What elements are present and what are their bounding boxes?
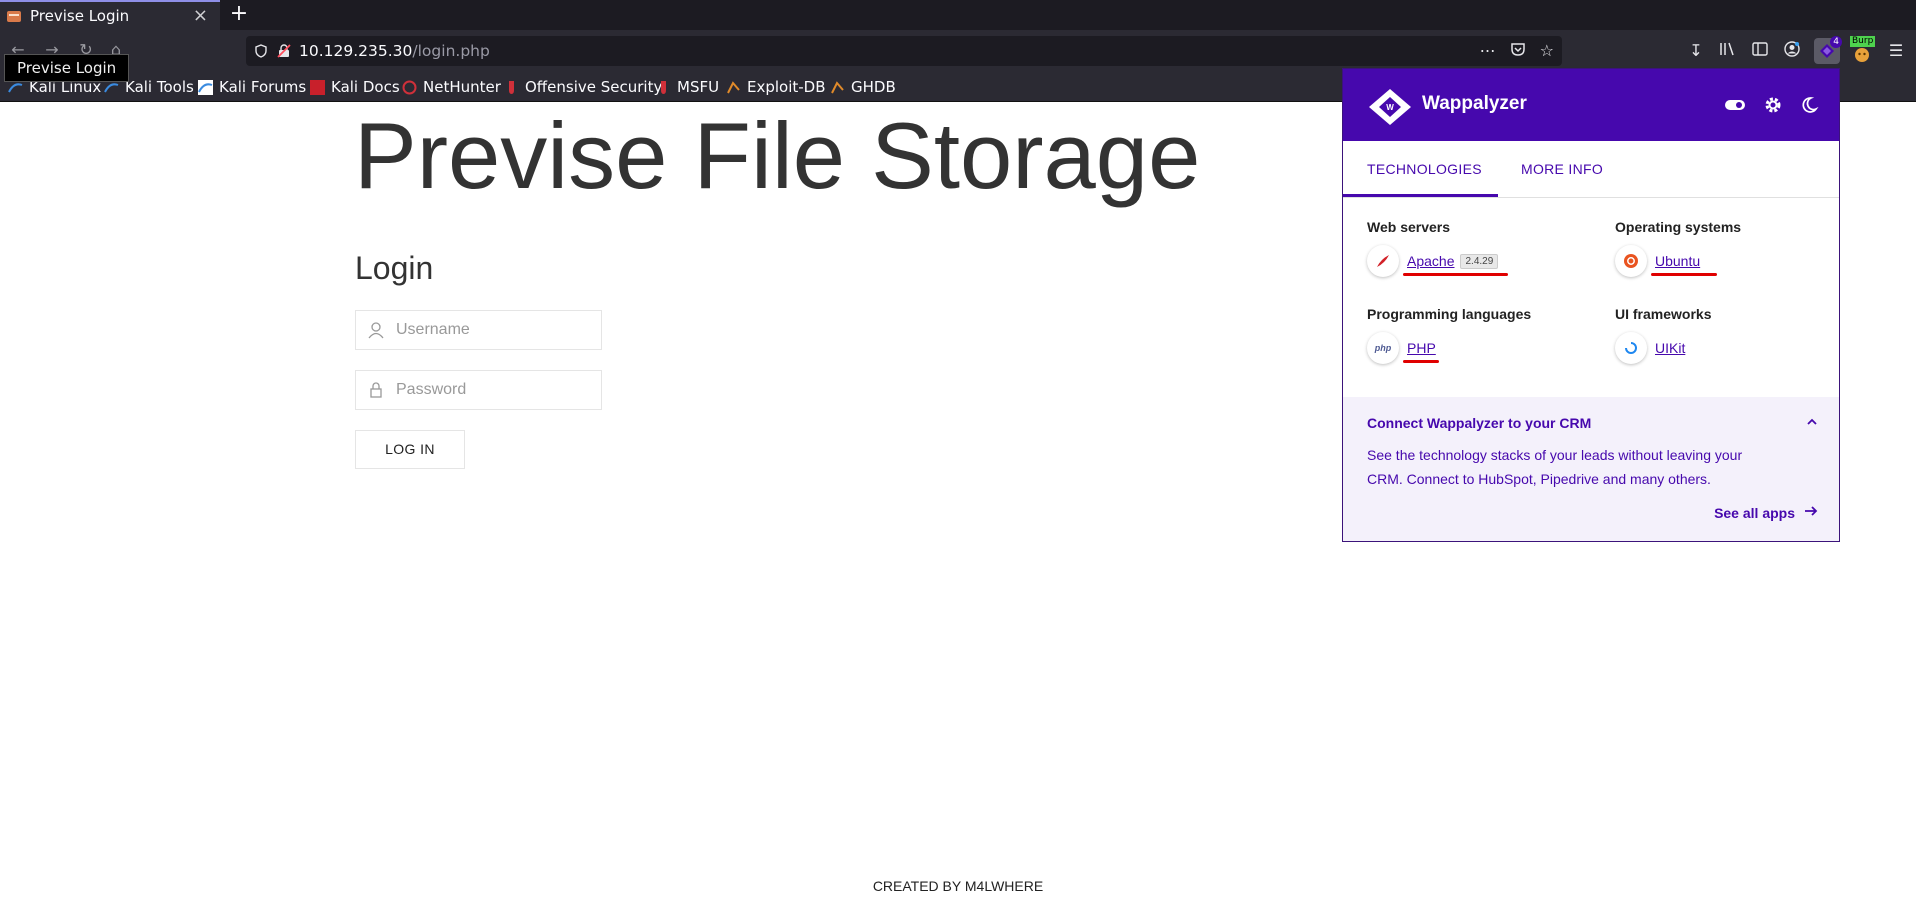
bookmark-ghdb[interactable]: GHDB (830, 77, 896, 97)
exploit-db-icon (727, 80, 740, 93)
page-actions-icon[interactable]: ⋯ (1480, 41, 1496, 61)
chevron-up-icon[interactable] (1805, 415, 1819, 429)
tech-name-ubuntu[interactable]: Ubuntu (1655, 253, 1700, 269)
arrow-right-icon[interactable] (1803, 503, 1819, 519)
url-path: /login.php (412, 42, 490, 60)
category-ui-frameworks: UI frameworks (1615, 306, 1712, 322)
bookmark-label: Kali Tools (125, 78, 194, 96)
tab-technologies[interactable]: TECHNOLOGIES (1367, 161, 1482, 177)
category-programming-languages: Programming languages (1367, 306, 1532, 322)
password-field[interactable] (355, 370, 602, 410)
login-heading: Login (355, 250, 434, 286)
wappalyzer-tabs: TECHNOLOGIES MORE INFO (1343, 141, 1839, 198)
category-web-servers: Web servers (1367, 219, 1451, 235)
bookmark-nethunter[interactable]: NetHunter (402, 77, 501, 97)
bookmark-label: GHDB (851, 78, 896, 96)
tab-tooltip: Previse Login (4, 54, 130, 82)
tab-more-info[interactable]: MORE INFO (1521, 161, 1603, 177)
browser-tab[interactable]: Previse Login × (0, 0, 220, 30)
ghdb-icon (831, 80, 844, 93)
active-tab-indicator (1343, 194, 1498, 197)
tech-name-apache[interactable]: Apache (1407, 253, 1454, 269)
lock-icon (370, 382, 382, 398)
kali-docs-icon (310, 79, 325, 95)
username-field[interactable] (355, 310, 602, 350)
account-icon[interactable] (1782, 41, 1802, 61)
gear-icon[interactable] (1763, 95, 1783, 115)
bookmark-label: Kali Docs (331, 78, 400, 96)
svg-text:W: W (1386, 103, 1394, 112)
wappalyzer-popup: W Wappalyzer TECHNOLOGIES MORE INFO Web … (1342, 68, 1840, 542)
wappalyzer-brand: Wappalyzer (1422, 93, 1527, 114)
previse-favicon-icon (7, 11, 21, 22)
bookmark-label: NetHunter (423, 78, 501, 96)
crm-description: See the technology stacks of your leads … (1367, 447, 1743, 487)
apache-feather-icon (1367, 245, 1399, 277)
bookmark-msfu[interactable]: MSFU (656, 77, 719, 97)
shield-icon[interactable] (253, 43, 269, 59)
bookmark-label: Kali Forums (219, 78, 307, 96)
annotation-underline-ubuntu (1651, 273, 1717, 276)
category-operating-systems: Operating systems (1615, 219, 1742, 235)
php-icon: php (1367, 332, 1399, 364)
crm-promo-panel: Connect Wappalyzer to your CRM See the t… (1343, 397, 1839, 541)
bookmark-label: MSFU (677, 78, 720, 96)
bookmark-label: Offensive Security (525, 78, 663, 96)
download-icon[interactable]: ↧ (1686, 41, 1706, 61)
msfu-icon (661, 80, 666, 94)
tab-bar: Previse Login × + (0, 0, 1916, 30)
annotation-underline-apache (1403, 273, 1508, 276)
hamburger-menu-icon[interactable]: ☰ (1886, 41, 1906, 61)
burp-label: Burp (1850, 36, 1876, 47)
sidebar-icon[interactable] (1750, 41, 1770, 61)
bookmark-kali-forums[interactable]: Kali Forums (198, 77, 306, 97)
wappalyzer-logo-icon: W (1369, 89, 1411, 125)
php-icon-text: php (1374, 343, 1392, 353)
bookmark-kali-docs[interactable]: Kali Docs (310, 77, 400, 97)
navigation-toolbar: ← → ↻ ⌂ 10.129.235.30/login.php ⋯ ☆ ↧ 4 … (0, 30, 1916, 72)
insecure-lock-icon[interactable] (276, 43, 292, 59)
bookmark-star-icon[interactable]: ☆ (1540, 41, 1554, 61)
crm-title: Connect Wappalyzer to your CRM (1367, 415, 1592, 431)
tech-uikit[interactable]: UIKit (1615, 332, 1685, 364)
wappalyzer-header: W Wappalyzer (1343, 69, 1839, 141)
extension-badge: 4 (1830, 36, 1842, 48)
footer-credit: CREATED BY M4LWHERE (872, 878, 1044, 894)
user-icon (368, 322, 384, 339)
toggle-icon[interactable] (1725, 95, 1745, 115)
tech-version-apache: 2.4.29 (1460, 253, 1499, 269)
tab-close-icon[interactable]: × (193, 5, 208, 26)
url-bar[interactable]: 10.129.235.30/login.php ⋯ ☆ (246, 36, 1562, 66)
ubuntu-icon (1615, 245, 1647, 277)
uikit-icon (1615, 332, 1647, 364)
login-button[interactable]: LOG IN (355, 430, 465, 469)
page-title: Previse File Storage (354, 103, 1201, 208)
tech-name-uikit[interactable]: UIKit (1655, 340, 1685, 356)
wappalyzer-extension-icon[interactable]: 4 (1814, 36, 1842, 64)
burp-extension-icon[interactable]: Burp (1850, 36, 1876, 64)
tab-title: Previse Login (30, 7, 130, 25)
moon-icon[interactable] (1799, 95, 1819, 115)
url-host: 10.129.235.30 (299, 42, 413, 60)
password-input[interactable] (394, 380, 588, 400)
tech-name-php[interactable]: PHP (1407, 340, 1436, 356)
library-icon[interactable] (1718, 41, 1738, 61)
pocket-icon[interactable] (1510, 41, 1526, 61)
kali-forums-icon (198, 79, 213, 95)
see-all-apps-link[interactable]: See all apps (1714, 505, 1795, 521)
annotation-underline-php (1403, 360, 1439, 363)
offensive-security-icon (509, 80, 514, 94)
new-tab-icon[interactable]: + (226, 2, 252, 28)
bookmark-label: Exploit-DB (747, 78, 826, 96)
bookmark-exploit-db[interactable]: Exploit-DB (726, 77, 826, 97)
bookmark-offensive-security[interactable]: Offensive Security (504, 77, 662, 97)
username-input[interactable] (394, 320, 588, 340)
nethunter-icon (402, 80, 417, 94)
